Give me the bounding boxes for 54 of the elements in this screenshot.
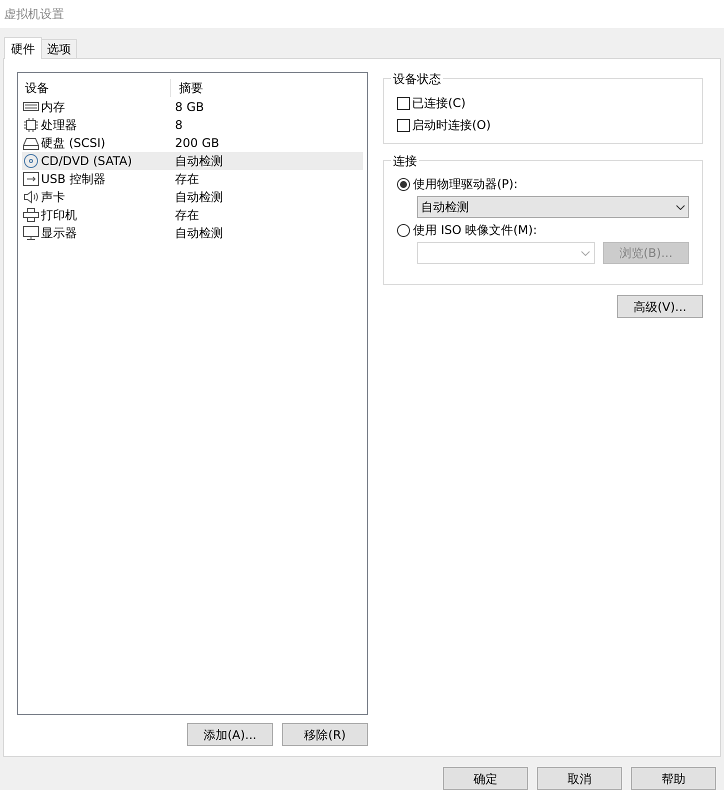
device-name: CD/DVD (SATA) (41, 153, 132, 170)
device-name: 显示器 (41, 225, 77, 242)
device-row[interactable]: USB 控制器 存在 (22, 170, 363, 188)
dialog-button[interactable]: 确定 (443, 767, 528, 790)
column-header: 设备 (22, 79, 171, 97)
advanced-button[interactable]: 高级(V)... (617, 295, 703, 318)
group-title: 设备状态 (391, 70, 443, 88)
printer-icon (23, 208, 39, 222)
tab[interactable]: 选项 (42, 39, 77, 58)
device-summary: 自动检测 (175, 225, 223, 242)
device-summary: 存在 (175, 207, 199, 224)
device-name: 打印机 (41, 207, 77, 224)
monitor-icon (23, 226, 39, 240)
device-row[interactable]: 显示器 自动检测 (22, 224, 363, 242)
speaker-icon (23, 190, 39, 204)
window-title: 虚拟机设置 (4, 6, 64, 23)
device-name: 声卡 (41, 189, 65, 206)
checkbox[interactable] (397, 118, 410, 132)
device-name: 处理器 (41, 117, 77, 134)
radio-button[interactable] (397, 178, 410, 190)
tab[interactable]: 硬件 (4, 37, 42, 59)
disc-icon (23, 154, 39, 168)
radio-label: 使用物理驱动器(P): (413, 176, 518, 193)
dialog-button[interactable]: 帮助 (631, 767, 716, 790)
column-header: 摘要 (178, 80, 204, 97)
device-row[interactable]: 内存 8 GB (22, 98, 363, 116)
device-summary: 8 (175, 117, 183, 134)
add-button[interactable]: 添加(A)... (187, 723, 273, 746)
drive-dropdown[interactable]: 自动检测 (417, 196, 689, 218)
device-row[interactable]: CD/DVD (SATA) 自动检测 (22, 152, 363, 170)
dialog-button[interactable]: 取消 (537, 767, 622, 790)
device-summary: 自动检测 (175, 189, 223, 206)
memory-chip-icon (23, 100, 39, 114)
group-title: 连接 (391, 152, 419, 170)
device-row[interactable]: 打印机 存在 (22, 206, 363, 224)
remove-button[interactable]: 移除(R) (282, 723, 368, 746)
device-summary: 自动检测 (175, 153, 223, 170)
checkbox-label: 启动时连接(O) (412, 117, 491, 134)
device-summary: 存在 (175, 171, 199, 188)
device-summary: 8 GB (175, 99, 204, 116)
device-name: USB 控制器 (41, 171, 106, 188)
checkbox[interactable] (397, 96, 410, 110)
chevron-down-icon (581, 250, 590, 256)
chevron-down-icon (676, 204, 685, 210)
checkbox-label: 已连接(C) (412, 95, 466, 112)
device-row[interactable]: 硬盘 (SCSI) 200 GB (22, 134, 363, 152)
radio-label: 使用 ISO 映像文件(M): (413, 222, 537, 239)
device-summary: 200 GB (175, 135, 220, 152)
iso-path-field[interactable] (417, 242, 595, 264)
device-row[interactable]: 声卡 自动检测 (22, 188, 363, 206)
chip-icon (23, 118, 39, 132)
device-name: 内存 (41, 99, 65, 116)
device-row[interactable]: 处理器 8 (22, 116, 363, 134)
device-name: 硬盘 (SCSI) (41, 135, 106, 152)
